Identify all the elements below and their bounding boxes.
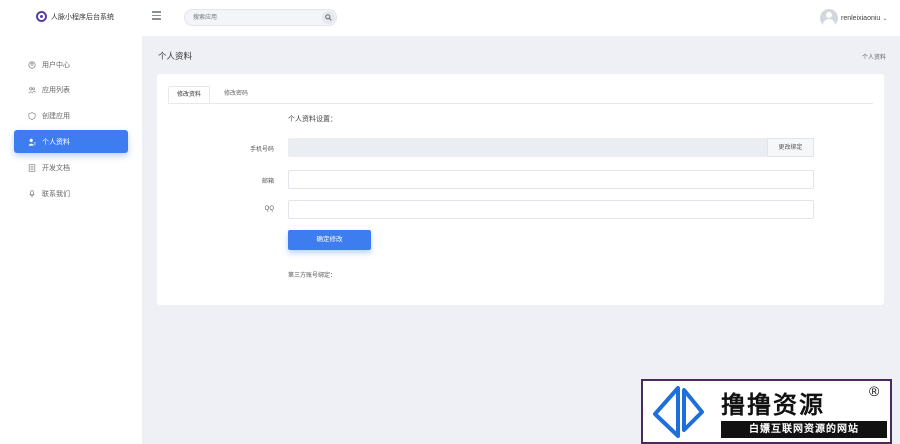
email-field[interactable]	[288, 170, 814, 189]
page-title-bar: 个人资料 个人资料	[142, 36, 900, 72]
users-icon	[28, 86, 36, 93]
user-menu[interactable]: renleixiaoniu ⌄	[820, 9, 887, 27]
search-icon	[325, 14, 332, 21]
section-title: 个人资料设置：	[288, 116, 337, 123]
watermark-logo-icon	[653, 386, 704, 438]
watermark-title: 撸撸资源	[721, 391, 825, 419]
watermark: 撸撸资源 ® 白嫖互联网资源的网站	[641, 379, 892, 444]
page-title: 个人资料	[158, 51, 193, 61]
phone-field[interactable]	[288, 138, 767, 157]
registered-mark: ®	[869, 383, 880, 399]
user-circle-icon	[28, 60, 36, 69]
avatar	[820, 9, 838, 27]
app-title: 人脉小程序后台系统	[51, 13, 114, 21]
document-icon	[28, 163, 36, 172]
sidebar: 用户中心 应用列表 创建应用 个人资料 开发文档 联系我们	[0, 36, 142, 444]
microphone-icon	[29, 189, 35, 198]
chevron-down-icon: ⌄	[882, 15, 888, 22]
tab-change-password[interactable]: 修改密码	[216, 86, 256, 103]
logo-icon	[36, 11, 47, 22]
sidebar-item-docs[interactable]: 开发文档	[14, 156, 128, 179]
rebind-button[interactable]: 更改绑定	[767, 138, 814, 157]
sidebar-item-label: 创建应用	[42, 112, 70, 120]
profile-card: 修改资料 修改密码 个人资料设置： 手机号码 更改绑定 邮箱 QQ 确定修改 第…	[157, 74, 884, 305]
app-logo[interactable]: 人脉小程序后台系统	[36, 11, 114, 22]
search-button[interactable]	[322, 11, 335, 24]
sidebar-item-user-center[interactable]: 用户中心	[14, 53, 128, 76]
sidebar-item-label: 个人资料	[42, 138, 70, 146]
sidebar-item-label: 用户中心	[42, 61, 70, 69]
menu-toggle-icon[interactable]	[152, 11, 161, 20]
qq-label: QQ	[264, 206, 274, 212]
sidebar-item-app-list[interactable]: 应用列表	[14, 78, 128, 101]
username: renleixiaoniu	[841, 14, 881, 22]
phone-label: 手机号码	[249, 147, 274, 153]
profile-icon	[28, 138, 36, 146]
search-box	[184, 9, 337, 26]
watermark-subtitle: 白嫖互联网资源的网站	[721, 421, 887, 438]
tab-edit-profile[interactable]: 修改资料	[168, 86, 211, 103]
sidebar-item-label: 开发文档	[42, 164, 70, 172]
third-party-binding-label: 第三方账号绑定：	[288, 273, 337, 279]
sidebar-item-label: 联系我们	[42, 190, 70, 198]
sidebar-item-contact[interactable]: 联系我们	[14, 182, 128, 205]
shield-icon	[28, 111, 36, 120]
qq-field[interactable]	[288, 200, 814, 219]
submit-button[interactable]: 确定修改	[288, 230, 371, 250]
breadcrumb[interactable]: 个人资料	[862, 52, 886, 61]
sidebar-item-profile[interactable]: 个人资料	[14, 130, 128, 153]
email-label: 邮箱	[261, 179, 274, 185]
sidebar-item-create-app[interactable]: 创建应用	[14, 104, 128, 127]
top-header: 人脉小程序后台系统 renleixiaoniu ⌄	[0, 0, 900, 36]
search-input[interactable]	[193, 12, 313, 23]
sidebar-item-label: 应用列表	[42, 86, 70, 94]
tab-bar: 修改资料 修改密码	[168, 86, 873, 104]
